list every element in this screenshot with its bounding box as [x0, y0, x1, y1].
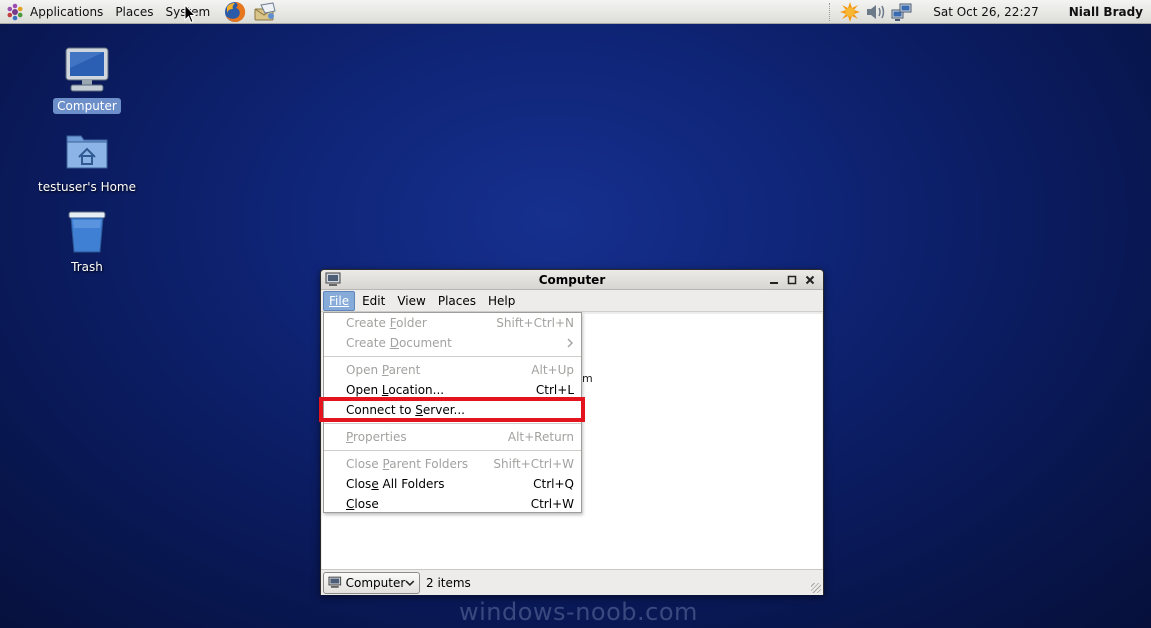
menu-item-label: Close All Folders — [346, 477, 445, 491]
menu-item-create-document[interactable]: Create Document — [324, 333, 581, 353]
home-folder-icon — [61, 125, 113, 177]
menu-item-properties[interactable]: Properties Alt+Return — [324, 427, 581, 447]
gnome-foot-icon — [4, 2, 26, 22]
menu-item-close[interactable]: Close Ctrl+W — [324, 494, 581, 514]
trash-icon — [61, 205, 113, 257]
menu-item-create-folder[interactable]: Create Folder Shift+Ctrl+N — [324, 313, 581, 333]
menu-label: Places — [437, 293, 476, 308]
menu-view[interactable]: View — [392, 292, 430, 310]
update-notifier[interactable] — [837, 0, 863, 24]
mail-client-icon — [254, 1, 276, 20]
red-highlight-annotation — [319, 397, 585, 422]
panel-menu-applications[interactable]: Applications — [0, 0, 111, 24]
menu-item-accelerator: Shift+Ctrl+N — [496, 316, 574, 330]
minimize-button[interactable] — [765, 272, 783, 288]
menu-item-label: Open Location... — [346, 383, 445, 397]
menu-places[interactable]: Places — [433, 292, 481, 310]
menu-item-label: Close Parent Folders — [346, 457, 469, 471]
menu-label: Help — [487, 293, 516, 308]
mouse-pointer-icon — [184, 4, 196, 24]
location-label: Computer — [345, 575, 406, 590]
panel-clock[interactable]: Sat Oct 26, 22:27 — [933, 5, 1039, 19]
speaker-icon — [867, 5, 885, 19]
submenu-arrow-icon — [567, 338, 573, 348]
top-panel: Applications Places System — [0, 0, 1151, 24]
maximize-icon — [787, 275, 797, 285]
menu-item-accelerator: Alt+Return — [507, 430, 574, 444]
menu-item-label: Properties — [346, 430, 407, 444]
menu-item-accelerator: Ctrl+Q — [533, 477, 574, 491]
menu-separator — [324, 447, 581, 454]
window-titlebar[interactable]: Computer — [321, 270, 823, 290]
network-status[interactable] — [889, 0, 915, 24]
firefox-launcher[interactable] — [222, 0, 248, 24]
system-tray: Sat Oct 26, 22:27 Niall Brady — [829, 0, 1151, 24]
menu-item-accelerator: Ctrl+W — [530, 497, 574, 511]
desktop-icon-computer[interactable]: Computer — [27, 44, 147, 114]
chevron-down-icon — [405, 580, 415, 586]
partially-hidden-item-text: m — [582, 372, 593, 385]
menu-item-accelerator: Shift+Ctrl+W — [493, 457, 574, 471]
volume-control[interactable] — [863, 0, 889, 24]
items-count: 2 items — [426, 575, 471, 590]
tray-separator — [829, 3, 831, 21]
network-icon — [891, 3, 912, 21]
update-sun-icon — [840, 2, 861, 22]
mail-launcher[interactable] — [252, 0, 278, 24]
firefox-icon — [225, 1, 246, 22]
computer-icon — [61, 44, 113, 96]
desktop-icon-trash[interactable]: Trash — [27, 205, 147, 275]
menu-item-open-parent[interactable]: Open Parent Alt+Up — [324, 360, 581, 380]
computer-small-icon — [325, 272, 341, 290]
window-menubar: File Edit View Places Help — [321, 290, 823, 312]
watermark-text: windows-noob.com — [459, 598, 698, 626]
panel-menu-places[interactable]: Places — [111, 0, 161, 24]
panel-menu-label: Places — [115, 4, 154, 19]
menu-separator — [324, 353, 581, 360]
desktop-icon-home[interactable]: testuser's Home — [27, 125, 147, 195]
close-icon — [805, 275, 815, 285]
maximize-button[interactable] — [783, 272, 801, 288]
close-button[interactable] — [801, 272, 819, 288]
panel-user-name[interactable]: Niall Brady — [1069, 5, 1143, 19]
menu-item-label: Create Document — [346, 336, 452, 350]
menu-edit[interactable]: Edit — [357, 292, 390, 310]
menu-item-label: Create Folder — [346, 316, 427, 330]
menu-help[interactable]: Help — [483, 292, 520, 310]
window-title: Computer — [538, 272, 606, 287]
menu-item-accelerator: Ctrl+L — [535, 383, 574, 397]
desktop-icon-label: testuser's Home — [37, 180, 137, 194]
menu-file[interactable]: File — [323, 290, 356, 311]
menu-item-label: Close — [346, 497, 379, 511]
status-bar: Computer 2 items — [321, 569, 823, 595]
menu-item-close-all-folders[interactable]: Close All Folders Ctrl+Q — [324, 474, 581, 494]
panel-menu-label: Applications — [30, 4, 104, 19]
location-dropdown[interactable]: Computer — [323, 571, 420, 594]
menu-item-label: Open Parent — [346, 363, 421, 377]
desktop-icon-label: Trash — [71, 260, 103, 274]
computer-small-icon — [328, 576, 342, 588]
desktop-icon-label: Computer — [53, 98, 121, 114]
menu-item-accelerator: Alt+Up — [531, 363, 574, 377]
menu-label: Edit — [362, 293, 386, 308]
menu-label: File — [329, 293, 350, 308]
menu-item-close-parent-folders[interactable]: Close Parent Folders Shift+Ctrl+W — [324, 454, 581, 474]
menu-label: View — [397, 293, 426, 308]
minimize-icon — [770, 282, 778, 284]
resize-grip[interactable] — [811, 583, 821, 593]
